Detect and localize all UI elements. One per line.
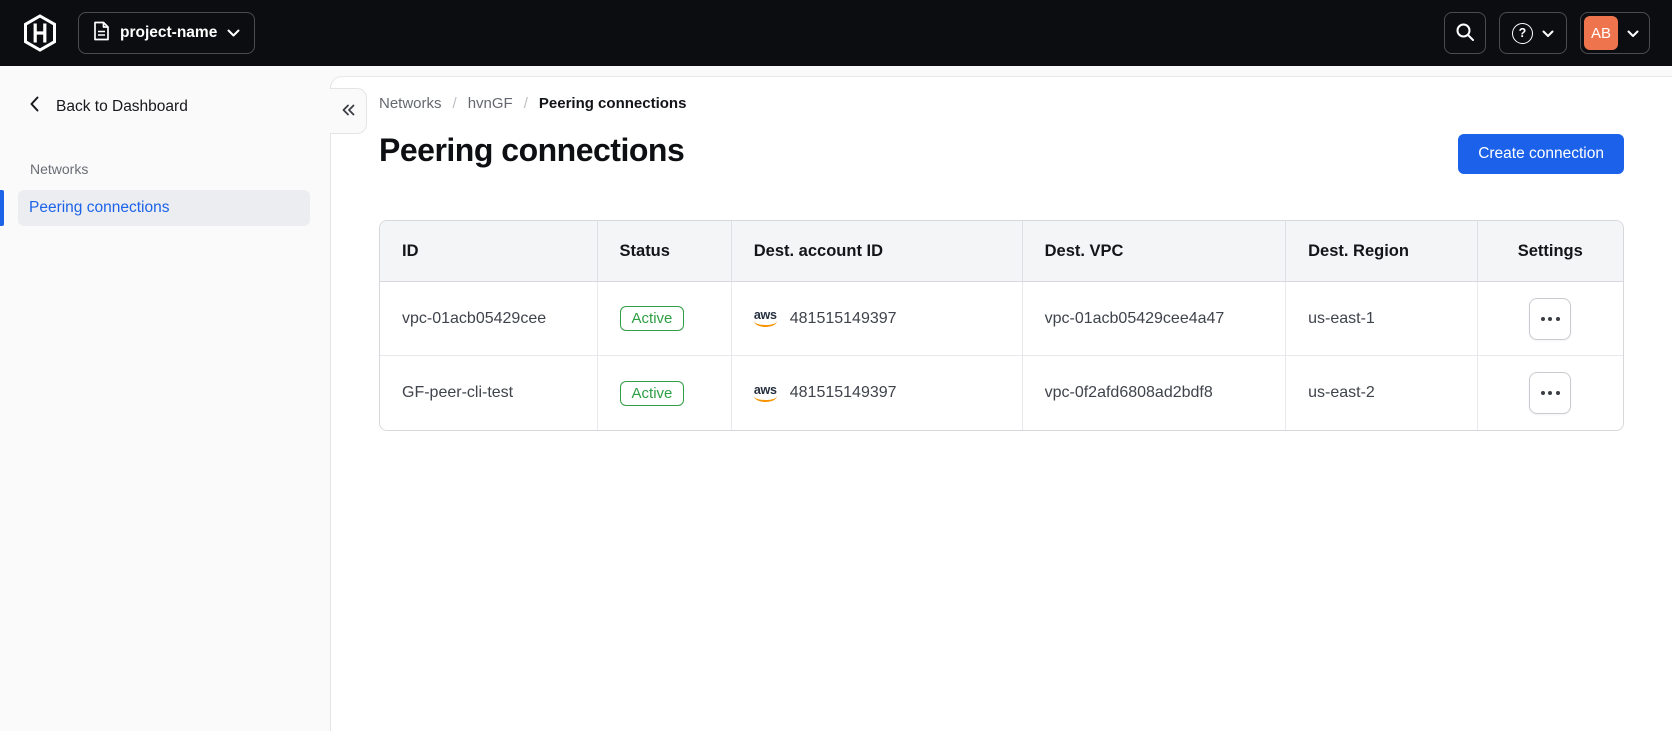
account-menu-button[interactable]: AB	[1580, 12, 1650, 54]
cell-dest-vpc: vpc-0f2afd6808ad2bdf8	[1022, 356, 1287, 430]
cell-status: Active	[597, 282, 732, 356]
avatar: AB	[1584, 16, 1618, 50]
chevron-down-icon	[227, 24, 240, 42]
document-icon	[93, 21, 110, 46]
chevron-down-icon	[1627, 26, 1639, 41]
help-menu-button[interactable]: ?	[1499, 12, 1567, 54]
cell-settings	[1477, 356, 1623, 430]
app-body: Back to Dashboard Networks Peering conne…	[0, 66, 1672, 731]
breadcrumb-hvn[interactable]: hvnGF	[468, 95, 513, 112]
row-actions-button[interactable]	[1529, 297, 1572, 340]
cell-dest-region: us-east-1	[1286, 282, 1478, 356]
page-title: Peering connections	[379, 132, 685, 168]
aws-icon: aws	[753, 309, 777, 327]
column-header-id: ID	[380, 221, 598, 282]
back-to-dashboard-link[interactable]: Back to Dashboard	[30, 96, 330, 117]
column-header-status: Status	[597, 221, 732, 282]
account-id-value: 481515149397	[789, 309, 897, 327]
column-header-settings: Settings	[1477, 221, 1623, 282]
breadcrumb-current: Peering connections	[538, 95, 687, 112]
double-chevron-left-icon	[341, 104, 356, 119]
aws-icon: aws	[753, 383, 777, 402]
cell-dest-region: us-east-2	[1286, 356, 1478, 430]
row-actions-button[interactable]	[1529, 372, 1572, 414]
column-header-dest-vpc: Dest. VPC	[1022, 221, 1287, 282]
table-header-row: ID Status Dest. account ID Dest. VPC Des…	[380, 221, 1623, 282]
question-circle-icon: ?	[1512, 22, 1533, 44]
breadcrumb: Networks / hvnGF / Peering connections	[379, 95, 1624, 112]
peering-connections-table: ID Status Dest. account ID Dest. VPC Des…	[379, 220, 1624, 431]
breadcrumb-networks[interactable]: Networks	[379, 95, 442, 112]
top-nav-bar: project-name ? AB	[0, 0, 1672, 66]
table-row: GF-peer-cli-test Active aws 481515149397	[380, 356, 1623, 430]
sidebar-collapse-button[interactable]	[330, 88, 367, 134]
sidebar-section-label: Networks	[30, 161, 89, 177]
project-switcher[interactable]: project-name	[78, 12, 256, 54]
sidebar: Back to Dashboard Networks Peering conne…	[0, 66, 330, 731]
cell-settings	[1477, 282, 1623, 356]
column-header-dest-region: Dest. Region	[1286, 221, 1478, 282]
column-header-dest-account-id: Dest. account ID	[731, 221, 1023, 282]
sidebar-item-peering-connections[interactable]: Peering connections	[0, 190, 310, 226]
ellipsis-icon	[1540, 316, 1545, 321]
back-to-dashboard-label: Back to Dashboard	[56, 97, 188, 115]
create-connection-button[interactable]: Create connection	[1458, 134, 1624, 174]
cell-id: GF-peer-cli-test	[380, 356, 598, 430]
search-button[interactable]	[1444, 12, 1486, 54]
table-row: vpc-01acb05429cee Active aws 48151514939…	[380, 282, 1623, 356]
cell-dest-account-id: aws 481515149397	[731, 282, 1023, 356]
breadcrumb-separator: /	[452, 95, 457, 112]
chevron-left-icon	[30, 96, 39, 117]
sidebar-item-label: Peering connections	[29, 199, 170, 216]
cell-status: Active	[597, 356, 732, 430]
cell-dest-account-id: aws 481515149397	[731, 356, 1023, 430]
main-panel: Networks / hvnGF / Peering connections P…	[330, 76, 1672, 731]
breadcrumb-separator: /	[523, 95, 528, 112]
status-badge: Active	[619, 306, 685, 331]
cell-id: vpc-01acb05429cee	[380, 282, 598, 356]
ellipsis-icon	[1540, 391, 1545, 395]
account-id-value: 481515149397	[789, 384, 897, 401]
chevron-down-icon	[1542, 26, 1554, 41]
project-name-label: project-name	[120, 24, 218, 41]
search-icon	[1455, 22, 1475, 45]
cell-dest-vpc: vpc-01acb05429cee4a47	[1022, 282, 1287, 356]
status-badge: Active	[619, 380, 685, 406]
hashicorp-logo[interactable]	[22, 13, 58, 53]
